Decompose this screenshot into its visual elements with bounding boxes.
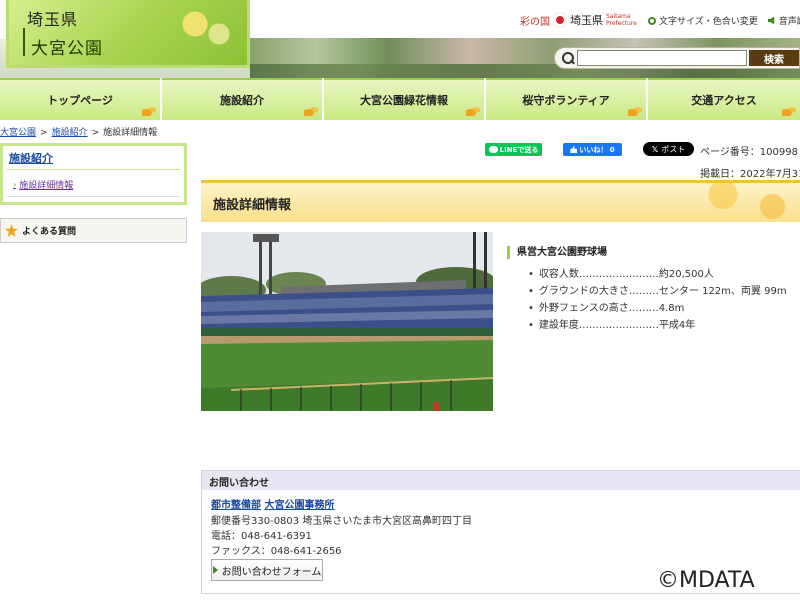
search-input[interactable] <box>577 50 747 66</box>
leaf-icon <box>142 106 156 116</box>
divider <box>7 196 180 197</box>
faq-link[interactable]: よくある質問 <box>0 218 187 243</box>
divider <box>7 169 180 170</box>
x-post-label: ポスト <box>661 144 686 154</box>
contact-department: 都市整備部 大宮公園事務所 <box>211 496 334 511</box>
play-arrow-icon <box>212 566 218 574</box>
circle-icon <box>648 16 656 25</box>
prefecture-emblem-icon <box>553 13 567 27</box>
speaker-icon <box>767 16 775 25</box>
logo-park-name: 大宮公園 <box>31 39 103 59</box>
star-icon <box>5 224 18 237</box>
chevron-right-icon: › <box>13 180 17 189</box>
sidebar-item-facility-detail[interactable]: › 施設詳細情報 <box>13 178 73 191</box>
list-item: 収容人数……………………約20,500人 <box>528 266 787 283</box>
facility-title: 県営大宮公園野球場 <box>507 246 607 259</box>
page-heading-bar: 施設詳細情報 <box>201 180 800 222</box>
contact-fax: ファックス：048-641-2656 <box>211 546 342 557</box>
department-link[interactable]: 都市整備部 <box>211 500 261 511</box>
search-icon <box>561 51 575 65</box>
nav-item-facilities[interactable]: 施設紹介 <box>162 78 322 120</box>
breadcrumb-link-facilities[interactable]: 施設紹介 <box>52 128 88 138</box>
text-size-color-label: 文字サイズ・色合い変更 <box>659 17 758 27</box>
nav-item-label: トップページ <box>47 94 113 107</box>
page-number: ページ番号：100998 <box>700 147 798 158</box>
line-icon <box>488 146 498 153</box>
leaf-icon <box>466 106 480 116</box>
line-share-button[interactable]: LINEで送る <box>485 143 542 156</box>
read-aloud-link[interactable]: 音声読上 <box>767 14 800 27</box>
leaf-icon <box>628 106 642 116</box>
site-search: 検索 <box>554 47 800 69</box>
faq-label: よくある質問 <box>22 227 77 237</box>
stadium-photo-image <box>201 232 493 411</box>
brand-name: 埼玉県 <box>570 14 603 27</box>
site-logo[interactable]: 埼玉県 大宮公園 <box>6 0 250 68</box>
facility-specs-list: 収容人数……………………約20,500人 グラウンドの大きさ………センター 12… <box>528 266 787 334</box>
site-header: 埼玉県 大宮公園 彩の国 埼玉県 Saitama Prefecture 文字サイ… <box>0 0 800 78</box>
read-aloud-label: 音声読上 <box>778 17 800 27</box>
global-nav: トップページ 施設紹介 大宮公園緑花情報 桜守ボランティア 交通アクセス <box>0 78 800 120</box>
contact-phone: 電話：048-641-6391 <box>211 531 312 542</box>
breadcrumb-separator: > <box>40 128 48 138</box>
x-post-button[interactable]: 𝕏 ポスト <box>643 142 694 156</box>
search-button[interactable]: 検索 <box>749 50 799 66</box>
x-logo-icon: 𝕏 <box>651 144 659 154</box>
logo-divider <box>23 28 25 56</box>
breadcrumb-link-home[interactable]: 大宮公園 <box>0 128 36 138</box>
nav-item-label: 大宮公園緑花情報 <box>360 94 448 107</box>
utility-links: 文字サイズ・色合い変更 音声読上 <box>648 14 800 27</box>
thumbs-up-icon <box>570 146 578 153</box>
stadium-photo <box>201 232 493 411</box>
nav-item-access[interactable]: 交通アクセス <box>648 78 800 120</box>
breadcrumb-current: 施設詳細情報 <box>103 128 158 138</box>
office-link[interactable]: 大宮公園事務所 <box>264 500 334 511</box>
facebook-like-label: いいね！ 0 <box>579 145 615 154</box>
leaf-icon <box>304 106 318 116</box>
breadcrumb: 大宮公園 > 施設紹介 > 施設詳細情報 <box>0 125 157 138</box>
contact-address: 郵便番号330-0803 埼玉県さいたま市大宮区高鼻町四丁目 <box>211 516 473 527</box>
nav-item-label: 交通アクセス <box>691 94 757 107</box>
nav-item-top[interactable]: トップページ <box>0 78 160 120</box>
list-item: グラウンドの大きさ………センター 122m、両翼 99m <box>528 283 787 300</box>
line-share-label: LINEで送る <box>499 145 539 154</box>
list-item: 建設年度……………………平成4年 <box>528 317 787 334</box>
inquiry-form-button[interactable]: お問い合わせフォーム <box>211 559 323 581</box>
page-title: 施設詳細情報 <box>213 198 292 213</box>
prefecture-brand[interactable]: 彩の国 埼玉県 Saitama Prefecture <box>520 12 640 28</box>
nav-item-volunteer[interactable]: 桜守ボランティア <box>486 78 646 120</box>
list-item: 外野フェンスの高さ………4.8m <box>528 300 787 317</box>
brand-english: Saitama Prefecture <box>606 13 637 27</box>
posted-date: 掲載日：2022年7月31日 <box>700 169 800 180</box>
inquiry-form-label: お問い合わせフォーム <box>221 566 322 578</box>
watermark: ©MDATA <box>657 568 755 593</box>
nav-item-label: 桜守ボランティア <box>522 94 610 107</box>
nav-item-greenery[interactable]: 大宮公園緑花情報 <box>324 78 484 120</box>
sidebar-menu: 施設紹介 › 施設詳細情報 <box>0 143 187 205</box>
leaf-icon <box>782 106 796 116</box>
text-size-color-link[interactable]: 文字サイズ・色合い変更 <box>648 14 758 27</box>
contact-heading: お問い合わせ <box>202 471 800 490</box>
breadcrumb-separator: > <box>91 128 100 138</box>
logo-prefecture: 埼玉県 <box>27 10 79 29</box>
brand-saino: 彩の国 <box>520 16 550 28</box>
sidebar-title-link[interactable]: 施設紹介 <box>9 150 53 166</box>
nav-item-label: 施設紹介 <box>220 94 264 107</box>
facebook-like-button[interactable]: いいね！ 0 <box>563 143 622 156</box>
sidebar-item-label: 施設詳細情報 <box>19 181 74 191</box>
